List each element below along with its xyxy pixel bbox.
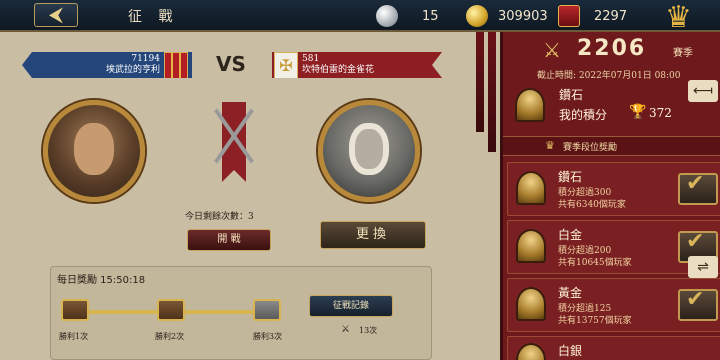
left-player-banner: 71194 埃武拉的亨利 bbox=[22, 52, 192, 78]
my-tier-trophy-icon bbox=[515, 88, 545, 122]
left-player-score: 71194 bbox=[131, 54, 160, 64]
tier-name: 黃金 bbox=[558, 286, 583, 300]
daily-reward-title: 每日獎勵 15:50:18 bbox=[57, 275, 146, 286]
tier-name: 白銀 bbox=[558, 344, 583, 358]
hanging-banner-left bbox=[476, 32, 484, 132]
win-label-3: 勝利3次 bbox=[253, 332, 283, 341]
silver-coin-icon bbox=[376, 5, 398, 27]
season-crossed-swords-icon: ⚔ bbox=[543, 38, 561, 62]
win-label-2: 勝利2次 bbox=[155, 332, 185, 341]
switch-view-button[interactable]: ⇌ bbox=[688, 256, 718, 278]
tier-player-count: 共有10645個玩家 bbox=[558, 258, 632, 268]
right-player-banner: ✠ 581 坎特伯雷的金雀花 bbox=[272, 52, 442, 78]
battle-count: 13次 bbox=[359, 326, 378, 335]
crest-icon bbox=[558, 5, 580, 27]
page-title: 征 戰 bbox=[128, 9, 179, 25]
left-player-name: 埃武拉的亨利 bbox=[105, 65, 160, 75]
check-icon: ✔ bbox=[686, 171, 705, 196]
tier-row[interactable]: 黃金 積分超過125 共有13757個玩家 ✔ bbox=[507, 278, 720, 332]
collapse-panel-button[interactable]: ⟻ bbox=[688, 80, 718, 102]
daily-reward-panel: 每日獎勵 15:50:18 勝利1次 勝利2次 勝利3次 征戰記錄 ⚔ 13次 bbox=[50, 266, 432, 360]
reward-chest-1-icon[interactable] bbox=[61, 299, 89, 321]
silver-resource: 15 bbox=[376, 4, 439, 28]
my-tier-name: 鑽石 bbox=[559, 88, 584, 102]
right-player-face bbox=[349, 123, 389, 175]
back-button[interactable]: ⮜ bbox=[34, 3, 78, 27]
season-reward-title: 賽季段位獎勵 bbox=[563, 143, 618, 153]
win-label-1: 勝利1次 bbox=[59, 332, 89, 341]
season-score: 2206 bbox=[577, 36, 647, 61]
emblem-flag bbox=[222, 102, 246, 182]
back-arrow-icon: ⮜ bbox=[48, 2, 64, 26]
crossed-swords-small-icon: ⚔ bbox=[341, 324, 350, 335]
remaining-attempts: 今日剩餘次數：3 bbox=[185, 212, 254, 222]
gold-coin-icon bbox=[466, 5, 488, 27]
vs-label: VS bbox=[216, 52, 246, 76]
reward-chest-2-icon[interactable] bbox=[157, 299, 185, 321]
crossed-swords-emblem-icon bbox=[198, 96, 270, 196]
right-player-score: 581 bbox=[302, 54, 320, 64]
hanging-banner-right bbox=[488, 32, 496, 152]
tier-player-count: 共有13757個玩家 bbox=[558, 316, 632, 326]
tier-row[interactable]: 鑽石 積分超過300 共有6340個玩家 ✔ bbox=[507, 162, 720, 216]
silver-trophy-icon bbox=[516, 343, 546, 360]
tier-name: 白金 bbox=[558, 228, 583, 242]
points-cup-icon: 🏆 bbox=[629, 104, 647, 120]
left-player-face bbox=[74, 123, 114, 175]
tier-row[interactable]: 白銀 bbox=[507, 336, 720, 360]
tier-name: 鑽石 bbox=[558, 170, 583, 184]
left-player-shield-icon bbox=[164, 52, 188, 78]
right-player-name: 坎特伯雷的金雀花 bbox=[302, 65, 375, 75]
season-reward-section: ♛ 賽季段位獎勵 bbox=[503, 136, 720, 156]
top-bar: ⮜ 征 戰 15 309903 2297 ♛ bbox=[0, 0, 720, 35]
swap-opponent-button[interactable]: 更換 bbox=[320, 221, 426, 249]
right-player-portrait[interactable] bbox=[318, 100, 420, 202]
gold-resource: 309903 bbox=[466, 4, 548, 28]
diamond-trophy-icon bbox=[516, 171, 546, 205]
season-header: ⚔ 2206 賽季 bbox=[513, 36, 720, 64]
gold-trophy-icon bbox=[516, 287, 546, 321]
attack-button[interactable]: 開 戰 bbox=[187, 229, 271, 251]
battle-record-button[interactable]: 征戰記錄 bbox=[309, 295, 393, 317]
right-player-shield-icon: ✠ bbox=[274, 52, 298, 80]
crest-resource: 2297 bbox=[558, 4, 627, 28]
reward-chest-3-icon[interactable] bbox=[253, 299, 281, 321]
left-player-portrait[interactable] bbox=[43, 100, 145, 202]
tier-player-count: 共有6340個玩家 bbox=[558, 200, 626, 210]
platinum-trophy-icon bbox=[516, 229, 546, 263]
my-points-value: 372 bbox=[649, 106, 672, 120]
crown-icon[interactable]: ♛ bbox=[665, 0, 692, 35]
check-icon: ✔ bbox=[686, 229, 705, 254]
crest-amount: 2297 bbox=[594, 8, 628, 24]
crown-small-icon: ♛ bbox=[545, 139, 555, 152]
season-deadline: 截止時間: 2022年07月01日 08:00 bbox=[537, 71, 681, 81]
season-label: 賽季 bbox=[673, 48, 693, 59]
gold-amount: 309903 bbox=[498, 8, 548, 24]
silver-amount: 15 bbox=[422, 8, 439, 24]
check-icon: ✔ bbox=[686, 287, 705, 312]
my-points-label: 我的積分 bbox=[559, 108, 608, 122]
season-panel: ⚔ 2206 賽季 截止時間: 2022年07月01日 08:00 鑽石 我的積… bbox=[500, 32, 720, 360]
